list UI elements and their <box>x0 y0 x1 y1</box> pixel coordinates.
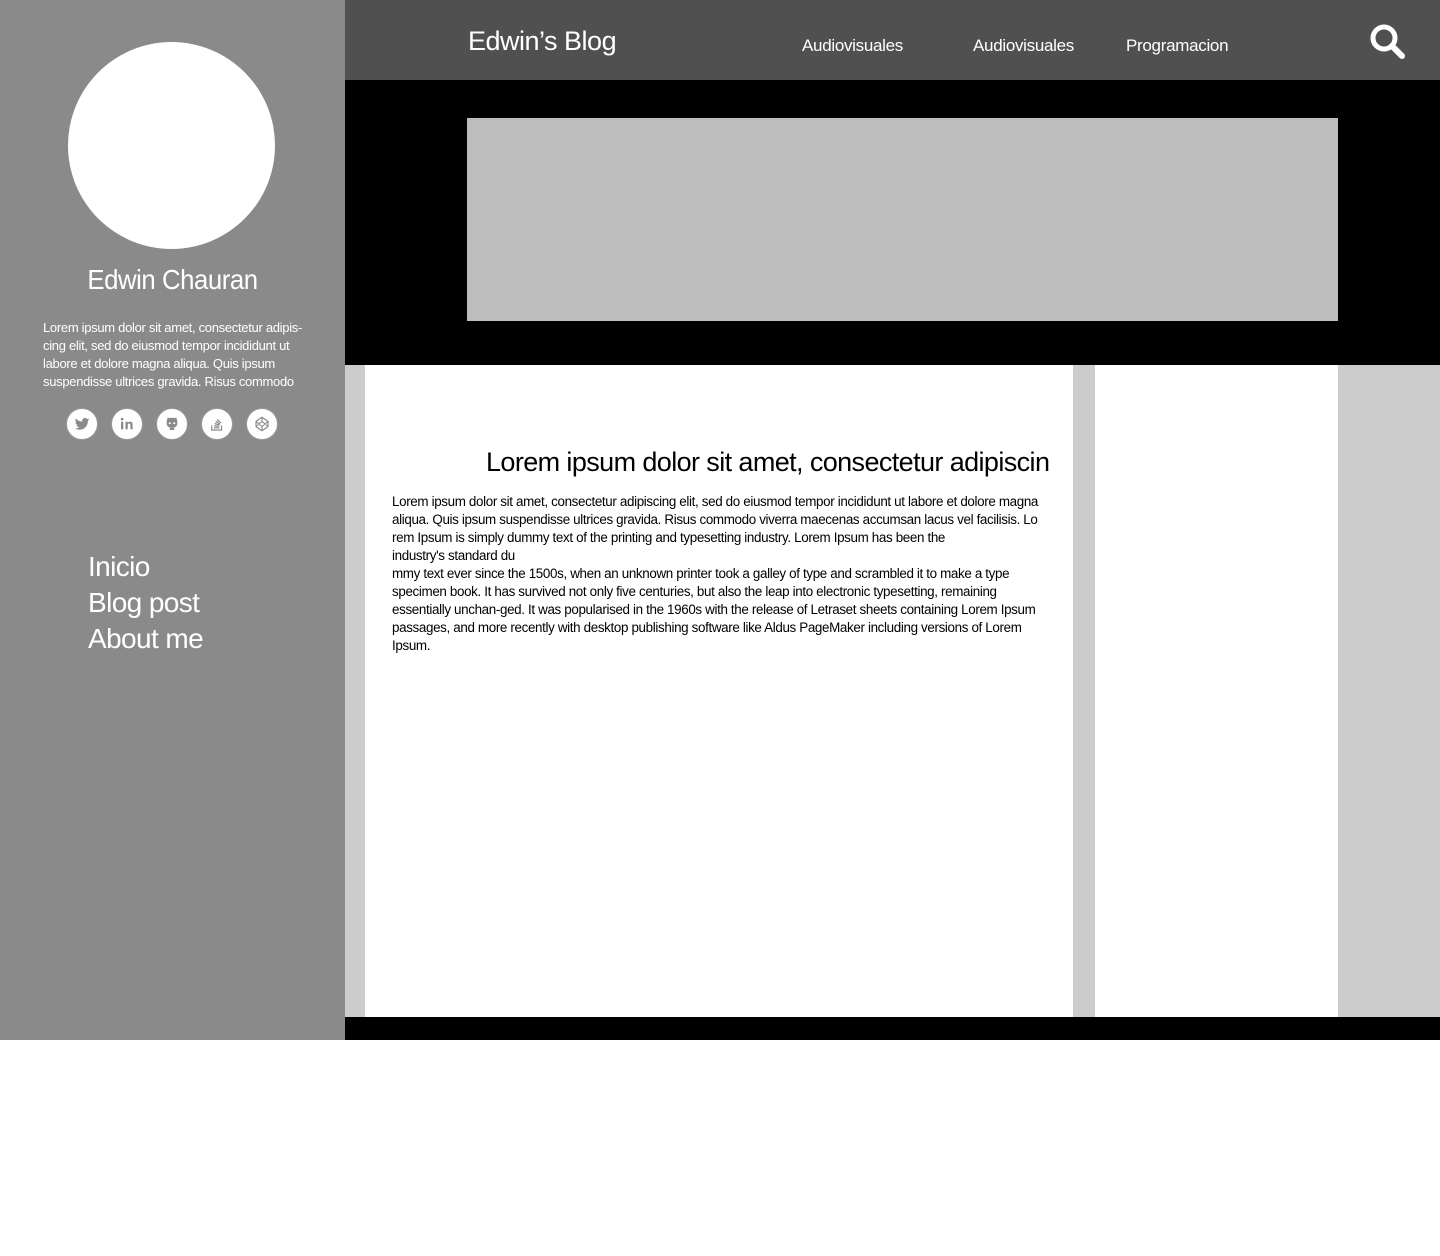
hero-banner <box>345 80 1440 365</box>
codepen-icon[interactable] <box>246 408 278 440</box>
sidebar: Edwin Chauran Lorem ipsum dolor sit amet… <box>0 0 345 1040</box>
footer-bar <box>345 1017 1440 1040</box>
author-name: Edwin Chauran <box>87 264 258 295</box>
nav-item-audiovisuales-2[interactable]: Audiovisuales <box>973 36 1074 56</box>
twitter-icon[interactable] <box>66 408 98 440</box>
hero-image-placeholder <box>467 118 1338 321</box>
article-title: Lorem ipsum dolor sit amet, consectetur … <box>486 447 1050 477</box>
nav-item-audiovisuales-1[interactable]: Audiovisuales <box>802 36 903 56</box>
sidebar-nav: Inicio Blog post About me <box>88 549 204 657</box>
article-card: Lorem ipsum dolor sit amet, consectetur … <box>365 365 1073 1017</box>
top-bar: Edwin’s Blog Audiovisuales Audiovisuales… <box>345 0 1440 80</box>
right-panel <box>1095 365 1338 1017</box>
sidebar-item-blog-post[interactable]: Blog post <box>88 585 203 621</box>
article-paragraph: Lorem ipsum dolor sit amet, consectetur … <box>392 494 1039 527</box>
article-paragraph: mmy text ever since the 1500s, when an u… <box>392 566 1036 653</box>
social-links <box>66 408 278 440</box>
blog-title[interactable]: Edwin’s Blog <box>468 26 617 57</box>
content-area: Lorem ipsum dolor sit amet, consectetur … <box>345 365 1440 1017</box>
sidebar-item-about-me[interactable]: About me <box>88 621 204 657</box>
avatar <box>68 42 275 249</box>
nav-item-programacion[interactable]: Programacion <box>1126 36 1229 56</box>
github-icon[interactable] <box>156 408 188 440</box>
linkedin-icon[interactable] <box>111 408 143 440</box>
search-icon[interactable] <box>1368 22 1408 62</box>
article-body: Lorem ipsum dolor sit amet, consectetur … <box>392 493 1057 655</box>
article-paragraph: rem Ipsum is simply dummy text of the pr… <box>392 530 946 545</box>
article-paragraph: industry's standard du <box>392 548 515 563</box>
stackoverflow-icon[interactable] <box>201 408 233 440</box>
author-bio: Lorem ipsum dolor sit amet, consectetur … <box>43 320 303 389</box>
sidebar-item-inicio[interactable]: Inicio <box>88 549 203 585</box>
